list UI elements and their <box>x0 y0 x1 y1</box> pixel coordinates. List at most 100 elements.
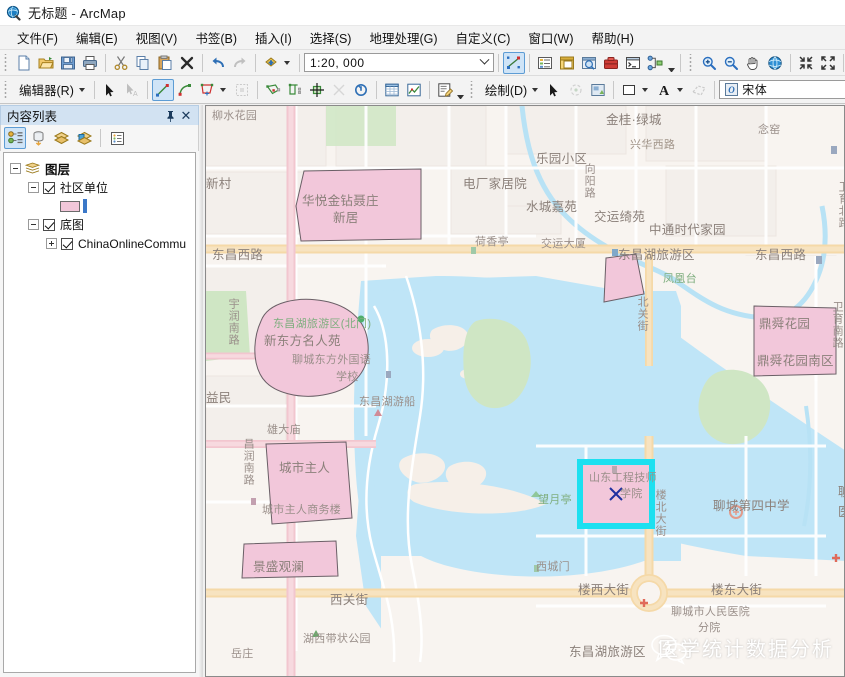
editor-toolbar-toggle[interactable] <box>503 51 525 74</box>
fixed-zoom-out-button[interactable] <box>817 52 839 74</box>
menu-customize[interactable]: 自定义(C) <box>447 25 520 50</box>
list-by-visibility-button[interactable] <box>50 127 72 149</box>
toc-options-button[interactable] <box>106 127 128 149</box>
layer-visibility-checkbox[interactable] <box>61 237 73 250</box>
polygon-symbol-swatch[interactable] <box>60 200 80 212</box>
split-tool-button[interactable] <box>284 79 306 101</box>
chevron-down-icon[interactable] <box>476 54 493 71</box>
toc-tree[interactable]: 图层 社区单位 底图 ChinaOnlineCommu <box>3 152 196 673</box>
undo-button[interactable] <box>207 52 229 74</box>
copy-button[interactable] <box>132 52 154 74</box>
expand-collapse-icon[interactable] <box>46 238 57 249</box>
menu-insert[interactable]: 插入(I) <box>246 25 301 50</box>
toc-layer-symbol-row[interactable] <box>4 197 195 215</box>
font-color-caret[interactable] <box>677 87 684 92</box>
toc-node-layers[interactable]: 图层 <box>4 159 195 178</box>
menu-bookmarks[interactable]: 书签(B) <box>186 25 246 50</box>
menu-view[interactable]: 视图(V) <box>127 25 187 50</box>
toolbar-separator <box>680 53 681 72</box>
sketch-properties-button[interactable] <box>231 79 253 101</box>
save-button[interactable] <box>57 52 79 74</box>
font-color-button[interactable]: A <box>653 79 675 101</box>
table-of-contents-button[interactable] <box>534 52 556 74</box>
toc-layer-basemap[interactable]: 底图 <box>4 215 195 234</box>
table-of-contents-panel: 内容列表 ✕ 图层 社区单位 底图 ChinaOnlineCommu <box>0 105 199 677</box>
add-data-dropdown-caret[interactable] <box>284 60 290 65</box>
undo-edit-button[interactable] <box>350 79 372 101</box>
pin-icon[interactable] <box>162 108 178 124</box>
new-graphic-button[interactable] <box>587 79 609 101</box>
endpoint-arc-button[interactable] <box>174 79 196 101</box>
toc-layer-china-online-community[interactable]: ChinaOnlineCommu <box>4 234 195 253</box>
paste-button[interactable] <box>154 52 176 74</box>
expand-collapse-icon[interactable] <box>10 163 21 174</box>
menu-edit[interactable]: 编辑(E) <box>67 25 127 50</box>
arctoolbox-button[interactable] <box>600 52 622 74</box>
rotate-element-button[interactable] <box>565 79 587 101</box>
fixed-zoom-in-button[interactable] <box>795 52 817 74</box>
full-extent-button[interactable] <box>764 52 786 74</box>
draw-menu-caret[interactable] <box>532 87 539 92</box>
edit-tool-button[interactable] <box>99 79 121 101</box>
font-family-combo[interactable]: O 宋体 <box>719 80 845 99</box>
close-icon[interactable]: ✕ <box>178 108 194 124</box>
toc-layer-community-units[interactable]: 社区单位 <box>4 178 195 197</box>
menu-windows[interactable]: 窗口(W) <box>519 25 582 50</box>
toolbar-grip[interactable] <box>3 53 10 72</box>
edit-annotation-button[interactable]: A <box>121 79 143 101</box>
fill-color-caret[interactable] <box>642 87 649 92</box>
merge-button[interactable] <box>306 79 328 101</box>
redo-button[interactable] <box>229 52 251 74</box>
add-data-button[interactable] <box>260 52 282 74</box>
editor-overflow-button[interactable] <box>456 79 466 101</box>
create-features-caret[interactable] <box>219 87 226 92</box>
menu-selection[interactable]: 选择(S) <box>301 25 361 50</box>
list-by-source-button[interactable] <box>27 127 49 149</box>
editor-menu-caret[interactable] <box>78 87 85 92</box>
editor-menu[interactable]: 编辑器(R) <box>13 78 77 101</box>
draw-menu[interactable]: 绘制(D) <box>479 78 530 101</box>
new-map-button[interactable] <box>13 52 35 74</box>
rotate-button[interactable] <box>328 79 350 101</box>
menu-help[interactable]: 帮助(H) <box>583 25 643 50</box>
layers-stack-icon <box>25 162 40 175</box>
toolbar-overflow-button[interactable] <box>666 52 676 74</box>
attributes-button[interactable] <box>381 79 403 101</box>
open-button[interactable] <box>35 52 57 74</box>
zoom-out-button[interactable] <box>720 52 742 74</box>
menu-file[interactable]: 文件(F) <box>8 25 67 50</box>
python-window-button[interactable] <box>622 52 644 74</box>
print-button[interactable] <box>79 52 101 74</box>
toolbar-grip[interactable] <box>468 80 476 99</box>
list-by-selection-button[interactable] <box>73 127 95 149</box>
toolbar-grip[interactable] <box>688 53 695 72</box>
arcmap-globe-icon <box>6 5 22 21</box>
x-delete-button[interactable] <box>176 52 198 74</box>
straight-segment-button[interactable] <box>151 78 174 101</box>
split-polygon-button[interactable] <box>262 79 284 101</box>
layer-visibility-checkbox[interactable] <box>43 218 55 231</box>
map-view[interactable]: 柳水花园 金桂·绿城 兴华西路 乐园小区 念窑 新村 电厂家居院 水城嘉苑 交运绮苑 中通时代家园… <box>205 105 845 677</box>
menu-geoprocessing[interactable]: 地理处理(G) <box>360 25 446 50</box>
layer-visibility-checkbox[interactable] <box>43 181 55 194</box>
map-scale-combo[interactable]: 1:20, 000 <box>304 53 494 72</box>
catalog-button[interactable] <box>556 52 578 74</box>
edit-sketch-props-button[interactable] <box>434 79 456 101</box>
create-features-button[interactable] <box>196 79 218 101</box>
list-by-drawing-order-button[interactable] <box>4 127 26 149</box>
sketch-summary-button[interactable] <box>403 79 425 101</box>
toolbar-grip[interactable] <box>3 80 10 99</box>
expand-collapse-icon[interactable] <box>28 182 39 193</box>
fill-color-button[interactable] <box>618 79 640 101</box>
map-canvas[interactable]: 柳水花园 金桂·绿城 兴华西路 乐园小区 念窑 新村 电厂家居院 水城嘉苑 交运绮苑 中通时代家园… <box>206 106 844 676</box>
search-button[interactable] <box>578 52 600 74</box>
zoom-in-button[interactable] <box>698 52 720 74</box>
cut-button[interactable] <box>110 52 132 74</box>
modelbuilder-button[interactable] <box>644 52 666 74</box>
application-name: ArcMap <box>79 6 126 21</box>
pan-hand-button[interactable] <box>742 52 764 74</box>
drawing-order-button[interactable] <box>688 79 710 101</box>
toc-layer-label: 社区单位 <box>60 181 109 195</box>
select-elements-button[interactable] <box>543 79 565 101</box>
expand-collapse-icon[interactable] <box>28 219 39 230</box>
